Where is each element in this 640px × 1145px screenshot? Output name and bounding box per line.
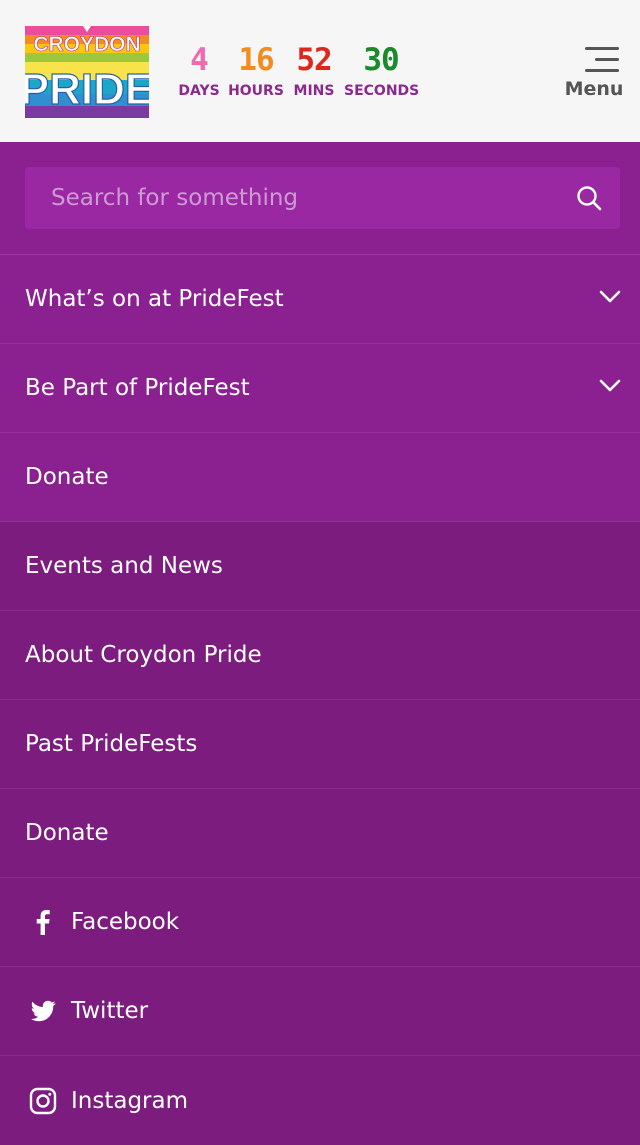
countdown-hours-value: 16	[238, 42, 274, 78]
search-box	[25, 167, 620, 229]
nav-item-label: Donate	[25, 464, 109, 490]
social-link-label: Instagram	[71, 1087, 189, 1114]
search-icon[interactable]	[576, 185, 602, 211]
svg-text:PRIDE: PRIDE	[25, 65, 149, 114]
countdown-seconds-label: SECONDS	[344, 83, 420, 99]
nav-item-label: Donate	[25, 820, 109, 846]
social-link-facebook[interactable]: Facebook	[0, 878, 640, 967]
chevron-down-icon[interactable]	[598, 378, 622, 394]
countdown-mins: 52 MINS	[292, 40, 336, 100]
countdown-days: 4 DAYS	[178, 40, 220, 100]
nav-item-label: About Croydon Pride	[25, 642, 262, 668]
social-link-label: Twitter	[71, 998, 149, 1024]
nav-item-donate-primary[interactable]: Donate	[0, 433, 640, 522]
countdown-seconds: 30 SECONDS	[344, 40, 420, 100]
countdown-hours: 16 HOURS	[228, 40, 284, 100]
search-section	[0, 142, 640, 255]
social-link-label: Facebook	[71, 909, 180, 935]
social-link-twitter[interactable]: Twitter	[0, 967, 640, 1056]
countdown-days-label: DAYS	[178, 83, 220, 99]
twitter-icon	[30, 1000, 56, 1022]
social-link-instagram[interactable]: Instagram	[0, 1056, 640, 1145]
nav-item-label: What’s on at PrideFest	[25, 286, 284, 312]
countdown-mins-label: MINS	[293, 83, 335, 99]
nav-item-be-part-of[interactable]: Be Part of PrideFest	[0, 344, 640, 433]
nav-item-whats-on[interactable]: What’s on at PrideFest	[0, 255, 640, 344]
nav-item-events-and-news[interactable]: Events and News	[0, 522, 640, 611]
nav-item-label: Past PrideFests	[25, 731, 198, 757]
nav-item-label: Be Part of PrideFest	[25, 375, 250, 401]
countdown-mins-value: 52	[296, 42, 332, 78]
facebook-icon	[36, 910, 50, 935]
menu-label: Menu	[564, 78, 624, 100]
countdown-seconds-value: 30	[363, 42, 399, 78]
nav-item-label: Events and News	[25, 553, 223, 579]
croydon-pride-logo[interactable]: CROYDON PRIDE	[25, 26, 149, 118]
hamburger-icon	[585, 44, 619, 72]
nav-item-donate-secondary[interactable]: Donate	[0, 789, 640, 878]
countdown-hours-label: HOURS	[228, 83, 284, 99]
navigation-menu: What’s on at PrideFest Be Part of PrideF…	[0, 142, 640, 1145]
countdown-days-value: 4	[190, 42, 209, 78]
svg-text:CROYDON: CROYDON	[33, 33, 140, 56]
menu-button[interactable]: Menu	[560, 40, 628, 106]
chevron-down-icon[interactable]	[598, 289, 622, 305]
nav-item-past-pridefests[interactable]: Past PrideFests	[0, 700, 640, 789]
site-header: CROYDON PRIDE 4 DAYS 16 HOURS 52 MINS 30…	[0, 0, 640, 142]
instagram-icon	[29, 1087, 57, 1114]
search-input[interactable]	[25, 167, 565, 229]
nav-item-about[interactable]: About Croydon Pride	[0, 611, 640, 700]
